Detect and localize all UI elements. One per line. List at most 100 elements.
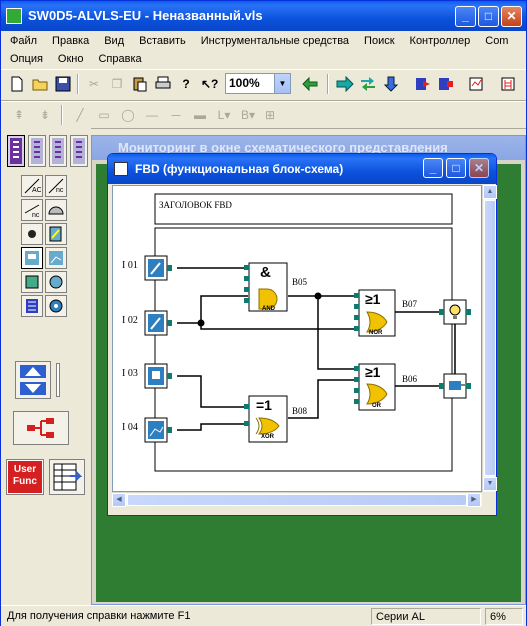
verify-plc-button[interactable] bbox=[380, 73, 402, 95]
analog-input-button[interactable] bbox=[21, 223, 43, 245]
border-style-dropdown[interactable]: B▾ bbox=[235, 104, 261, 126]
maximize-button[interactable]: □ bbox=[478, 6, 499, 27]
thin-line-button[interactable]: ─ bbox=[165, 104, 187, 126]
menu-item[interactable]: Правка bbox=[43, 32, 95, 50]
scroll-up-icon[interactable]: ▲ bbox=[483, 185, 497, 199]
ladder-button[interactable] bbox=[498, 73, 520, 95]
transfer-swap-icon bbox=[361, 77, 375, 91]
line-tool-button[interactable]: ╱ bbox=[69, 104, 91, 126]
run-button[interactable] bbox=[412, 73, 434, 95]
scroll-right-icon[interactable]: ▶ bbox=[467, 493, 481, 507]
gauge-input-button[interactable] bbox=[45, 199, 67, 221]
hline-tool-button[interactable]: — bbox=[141, 104, 163, 126]
menu-item[interactable]: Вставить bbox=[130, 32, 192, 50]
print-button[interactable] bbox=[152, 73, 174, 95]
open-file-button[interactable] bbox=[29, 73, 51, 95]
line-style-dropdown[interactable]: L▾ bbox=[211, 104, 237, 126]
hmi-icon bbox=[49, 251, 63, 265]
menu-bar: Файл Правка Вид Вставить Инструментальные ср… bbox=[1, 31, 526, 69]
fbd-window-icon[interactable] bbox=[114, 162, 128, 176]
output-motor-block[interactable] bbox=[439, 373, 471, 399]
menu-item[interactable]: Опция bbox=[1, 50, 49, 68]
hierarchy-icon bbox=[27, 418, 54, 438]
counter-input-button[interactable] bbox=[21, 295, 43, 317]
zoom-select[interactable]: 100% ▼ bbox=[225, 73, 291, 94]
copy-button[interactable]: ❐ bbox=[106, 73, 128, 95]
output-lamp-block[interactable] bbox=[439, 299, 471, 325]
input-i04-block[interactable] bbox=[144, 417, 172, 443]
key-input-button[interactable] bbox=[21, 247, 43, 269]
context-help-button[interactable]: ↖? bbox=[198, 73, 220, 95]
hierarchy-button[interactable] bbox=[13, 411, 69, 445]
menu-item[interactable]: Com bbox=[476, 32, 514, 50]
menu-item[interactable]: Инструментальные средства bbox=[192, 32, 355, 50]
menu-item[interactable]: Вид bbox=[95, 32, 130, 50]
paste-button[interactable] bbox=[129, 73, 151, 95]
write-plc-button[interactable] bbox=[334, 73, 356, 95]
help-button[interactable]: ? bbox=[175, 73, 197, 95]
switch-icon: nc bbox=[24, 204, 40, 219]
title-bar[interactable]: SW0D5-ALVLS-EU - Неназванный.vls _ □ ✕ bbox=[1, 1, 526, 31]
user-tab-icon bbox=[73, 138, 85, 164]
menu-item[interactable]: Контроллер bbox=[401, 32, 477, 50]
function-list-button[interactable] bbox=[49, 459, 85, 495]
align-button[interactable]: ⊞ bbox=[259, 104, 281, 126]
scroll-left-icon[interactable]: ◀ bbox=[112, 493, 126, 507]
palette-scroll-slider[interactable] bbox=[56, 363, 60, 397]
palette-tab-out[interactable] bbox=[49, 135, 67, 167]
user-func-button[interactable]: User Func bbox=[6, 459, 44, 495]
rectangle-tool-button[interactable]: ▭ bbox=[93, 104, 115, 126]
palette-tab-logic[interactable] bbox=[28, 135, 46, 167]
input-label-i02: I 02 bbox=[122, 315, 138, 326]
new-file-button[interactable] bbox=[6, 73, 28, 95]
printer-icon bbox=[155, 76, 171, 89]
horizontal-scroll-thumb[interactable] bbox=[127, 494, 467, 506]
input-label-i04: I 04 bbox=[122, 422, 138, 433]
relay-input-button[interactable] bbox=[21, 271, 43, 293]
fbd-maximize-button[interactable]: □ bbox=[446, 158, 466, 178]
relay-icon bbox=[25, 275, 39, 289]
comm-input-button[interactable] bbox=[45, 271, 67, 293]
table-icon bbox=[53, 463, 82, 491]
chevron-down-icon[interactable]: ▼ bbox=[274, 74, 290, 93]
gear-input-button[interactable] bbox=[45, 295, 67, 317]
stop-button[interactable] bbox=[435, 73, 457, 95]
palette-tab-fbd[interactable] bbox=[7, 135, 25, 167]
fbd-horizontal-scrollbar[interactable]: ◀ ▶ bbox=[112, 492, 482, 507]
menu-item[interactable]: Файл bbox=[1, 32, 43, 50]
read-plc-button[interactable] bbox=[357, 73, 379, 95]
paste-icon bbox=[133, 77, 147, 92]
fbd-title-bar[interactable]: FBD (функциональная блок-схема) _ □ ✕ bbox=[108, 154, 496, 184]
input-i02-block[interactable] bbox=[144, 310, 172, 336]
thick-line-button[interactable]: ▬ bbox=[189, 104, 211, 126]
out-tab-icon bbox=[52, 138, 64, 164]
app-icon[interactable] bbox=[6, 8, 22, 24]
send-backward-button[interactable]: ⇟ bbox=[34, 104, 56, 126]
fbd-minimize-button[interactable]: _ bbox=[423, 158, 443, 178]
menu-item[interactable]: Справка bbox=[89, 50, 147, 68]
minimize-button[interactable]: _ bbox=[455, 6, 476, 27]
close-button[interactable]: ✕ bbox=[501, 6, 522, 27]
save-button[interactable] bbox=[52, 73, 74, 95]
ellipse-tool-button[interactable]: ◯ bbox=[117, 104, 139, 126]
menu-item[interactable]: Окно bbox=[49, 50, 90, 68]
switch-input-button[interactable]: nc bbox=[21, 199, 43, 221]
input-i01-block[interactable] bbox=[144, 255, 172, 281]
monitor-button[interactable] bbox=[466, 73, 488, 95]
nc-input-button[interactable]: nc bbox=[45, 175, 67, 197]
scroll-palette-control[interactable] bbox=[15, 361, 51, 399]
hmi-input-button[interactable] bbox=[45, 247, 67, 269]
input-i03-block[interactable] bbox=[144, 363, 172, 389]
vertical-scroll-thumb[interactable] bbox=[484, 200, 496, 476]
fbd-canvas[interactable]: ЗАГОЛОВОК FBD I 01 I 02 I 03 I 04 & AND … bbox=[112, 185, 482, 492]
palette-tab-user[interactable] bbox=[70, 135, 88, 167]
back-button[interactable] bbox=[299, 73, 321, 95]
sensor-input-button[interactable] bbox=[45, 223, 67, 245]
scroll-down-icon[interactable]: ▼ bbox=[483, 477, 497, 491]
ac-input-button[interactable]: AC bbox=[21, 175, 43, 197]
fbd-close-button[interactable]: ✕ bbox=[469, 158, 489, 178]
fbd-vertical-scrollbar[interactable]: ▲ ▼ bbox=[482, 185, 497, 492]
menu-item[interactable]: Поиск bbox=[355, 32, 400, 50]
bring-forward-button[interactable]: ⇞ bbox=[8, 104, 30, 126]
cut-button[interactable]: ✂ bbox=[83, 73, 105, 95]
